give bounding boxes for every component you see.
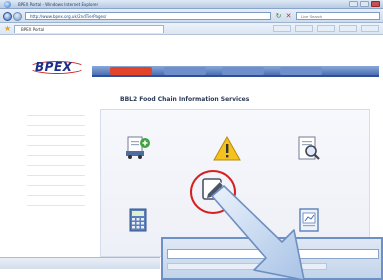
logo-text: BPEX [35, 60, 73, 74]
sidebar-menu [27, 108, 85, 208]
main-nav [92, 66, 379, 77]
site-logo[interactable]: BPEX [29, 59, 85, 75]
magnify-document-icon [298, 136, 320, 160]
address-input[interactable] [25, 12, 271, 20]
service-alerts[interactable] [207, 135, 247, 165]
favorites-star-icon[interactable]: ★ [4, 24, 11, 34]
browser-logo-icon [4, 1, 11, 8]
sidebar-item[interactable] [27, 158, 85, 166]
print-button[interactable] [317, 25, 335, 32]
sidebar-item[interactable] [27, 198, 85, 206]
tools-menu-button[interactable] [361, 25, 379, 32]
service-search[interactable] [289, 135, 329, 165]
favorites-bar: ★ BPEX Portal [0, 23, 383, 35]
nav-tab-2[interactable] [164, 67, 206, 75]
nav-tab-3[interactable] [222, 67, 264, 75]
truck-document-icon [126, 136, 150, 159]
search-input[interactable] [296, 12, 380, 20]
sidebar-item[interactable] [27, 108, 85, 116]
address-toolbar: ↻ ✕ [0, 9, 383, 23]
sidebar-item[interactable] [27, 118, 85, 126]
sidebar-item[interactable] [27, 128, 85, 136]
service-calculator[interactable] [118, 207, 158, 237]
sidebar-item[interactable] [27, 178, 85, 186]
sidebar-item[interactable] [27, 148, 85, 156]
service-delivery[interactable] [118, 135, 158, 163]
sidebar-item[interactable] [27, 168, 85, 176]
command-bar [273, 25, 379, 32]
minimize-button[interactable] [349, 1, 358, 7]
window-title: BPEX Portal - Windows Internet Explorer [18, 2, 99, 7]
page-heading: BBL2 Food Chain Information Services [120, 96, 250, 103]
status-bar [0, 257, 160, 269]
nav-tab-1[interactable] [110, 67, 152, 75]
home-button[interactable] [273, 25, 291, 32]
page-menu-button[interactable] [339, 25, 357, 32]
stop-icon[interactable]: ✕ [284, 12, 293, 20]
warning-triangle-icon [213, 135, 241, 161]
sidebar-item[interactable] [27, 188, 85, 196]
maximize-button[interactable] [360, 1, 369, 7]
feeds-button[interactable] [295, 25, 313, 32]
nav-tab-4[interactable] [280, 67, 322, 75]
browser-tab[interactable]: BPEX Portal [14, 25, 164, 33]
window-titlebar: BPEX Portal - Windows Internet Explorer [0, 0, 383, 9]
close-button[interactable] [371, 1, 380, 7]
calculator-icon [129, 208, 147, 232]
forward-button[interactable] [13, 12, 22, 21]
window-controls [349, 1, 380, 7]
pointer-arrow-icon [211, 185, 305, 280]
sidebar-item[interactable] [27, 138, 85, 146]
page-content: BPEX BBL2 Food Chain Information Service… [0, 35, 383, 257]
back-button[interactable] [3, 12, 12, 21]
refresh-icon[interactable]: ↻ [274, 12, 283, 20]
